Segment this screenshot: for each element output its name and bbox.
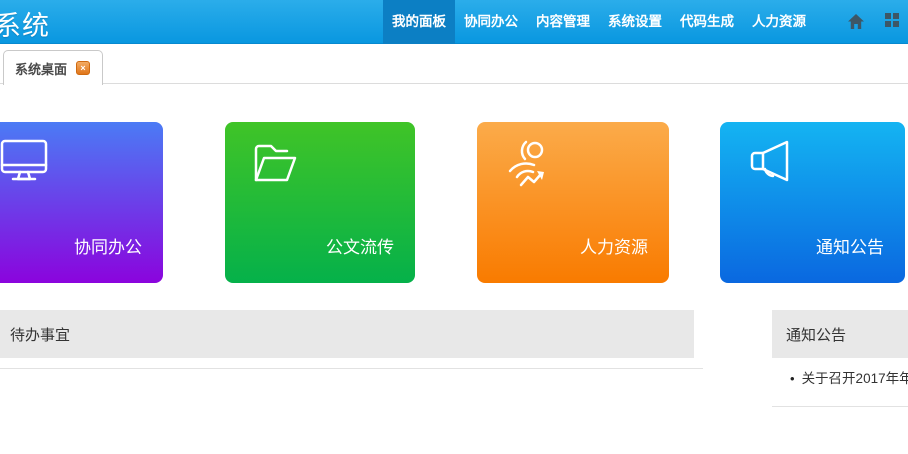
tab-system-desktop[interactable]: 系统桌面 × [3, 50, 103, 85]
nav-item-system-settings[interactable]: 系统设置 [599, 0, 671, 44]
open-folder-icon [252, 139, 300, 187]
desktop-screen: 系统 我的面板 协同办公 内容管理 系统设置 代码生成 人力资源 系统 [0, 0, 908, 454]
tile-label: 协同办公 [74, 233, 142, 258]
tile-collaboration[interactable]: 协同办公 [0, 122, 163, 283]
grid-icon[interactable] [885, 13, 899, 27]
tile-notice[interactable]: 通知公告 [720, 122, 905, 283]
home-icon[interactable] [847, 13, 865, 30]
tile-label: 人力资源 [580, 233, 648, 258]
tab-close-icon[interactable]: × [76, 61, 90, 75]
nav-item-my-dashboard[interactable]: 我的面板 [383, 0, 455, 44]
main-nav: 我的面板 协同办公 内容管理 系统设置 代码生成 人力资源 [383, 0, 815, 44]
nav-item-collaboration[interactable]: 协同办公 [455, 0, 527, 44]
app-logo: 系统 [0, 4, 50, 43]
bullet-icon: • [790, 370, 795, 387]
tile-hr[interactable]: 人力资源 [477, 122, 669, 283]
tab-label: 系统桌面 [15, 59, 67, 78]
nav-item-code-gen[interactable]: 代码生成 [671, 0, 743, 44]
tab-bar-divider [0, 83, 908, 84]
notice-item-text: 关于召开2017年年 [802, 370, 908, 387]
tile-document-flow[interactable]: 公文流传 [225, 122, 415, 283]
panel-title: 待办事宜 [10, 324, 70, 345]
tile-label: 公文流传 [326, 233, 394, 258]
notice-list-item[interactable]: • 关于召开2017年年 [790, 370, 908, 387]
tab-bar: 系统桌面 × [0, 44, 908, 84]
header-bar: 系统 我的面板 协同办公 内容管理 系统设置 代码生成 人力资源 [0, 0, 908, 44]
monitor-icon [0, 139, 48, 185]
panel-notice-header: 通知公告 [772, 310, 908, 358]
nav-item-content-mgmt[interactable]: 内容管理 [527, 0, 599, 44]
panel-todo-divider [0, 368, 703, 369]
megaphone-icon [747, 139, 795, 185]
tile-label: 通知公告 [816, 233, 884, 258]
panel-todo-header: 待办事宜 [0, 310, 694, 358]
running-person-icon [504, 139, 552, 189]
nav-item-hr[interactable]: 人力资源 [743, 0, 815, 44]
panel-notice-divider [772, 406, 908, 407]
panel-title: 通知公告 [786, 324, 846, 345]
